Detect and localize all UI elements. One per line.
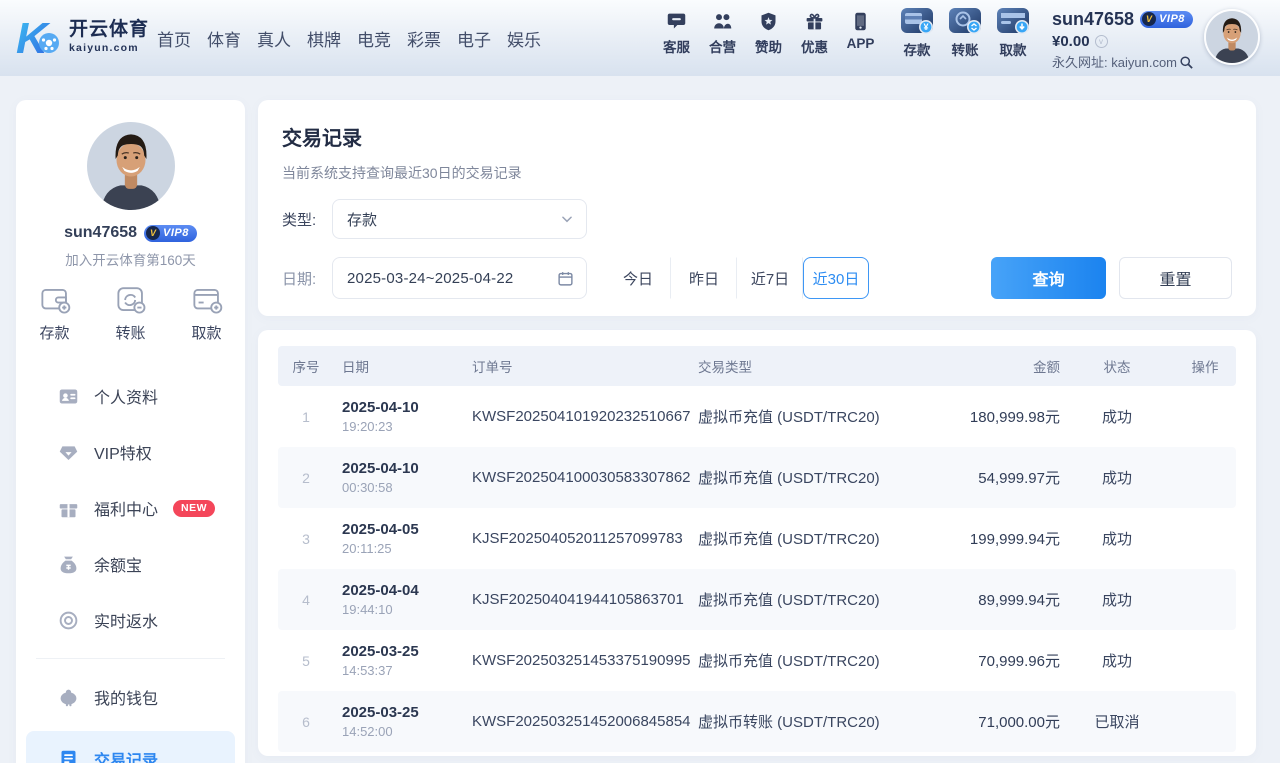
header-wallet-links: ¥ 存款 转账 取款 [900, 8, 1030, 59]
quick-action-deposit[interactable]: 存款 [38, 284, 72, 343]
brand-domain: kaiyun.com [69, 43, 149, 54]
header-user-block: sun47658 VVIP8 ¥0.00 v 永久网址: kaiyun.com [1052, 10, 1194, 70]
nav-live[interactable]: 真人 [257, 26, 291, 51]
nav-lottery[interactable]: 彩票 [407, 26, 441, 51]
date-label: 日期: [282, 268, 332, 289]
transfer-wallet-icon [949, 8, 981, 35]
transaction-record-icon [58, 749, 79, 763]
type-select[interactable]: 存款 [332, 199, 587, 239]
wallet-link-transfer[interactable]: 转账 [948, 8, 982, 59]
brand-logo[interactable]: K 开云体育 kaiyun.com [16, 13, 149, 61]
chat-icon [666, 11, 687, 32]
calendar-icon [557, 270, 574, 287]
profile-avatar[interactable] [87, 122, 175, 210]
nav-home[interactable]: 首页 [157, 26, 191, 51]
sidebar-item-rebate[interactable]: 实时返水 [16, 592, 245, 648]
nav-chess[interactable]: 棋牌 [307, 26, 341, 51]
deposit-icon [38, 284, 72, 316]
wallet-link-deposit[interactable]: ¥ 存款 [900, 8, 934, 59]
vip-shield-icon: V [146, 226, 160, 240]
vip-badge: VVIP8 [1140, 11, 1193, 28]
quick-link-app[interactable]: APP [844, 11, 877, 56]
money-pouch-icon [58, 554, 79, 575]
deposit-wallet-icon: ¥ [901, 8, 933, 35]
page-title: 交易记录 [282, 122, 1232, 151]
chevron-down-icon [560, 212, 574, 226]
brand-k-icon: K [16, 13, 64, 61]
refresh-balance-icon[interactable]: v [1095, 35, 1108, 48]
preset-7days[interactable]: 近7日 [737, 257, 803, 299]
new-badge: NEW [173, 500, 215, 517]
sidebar-item-welfare[interactable]: 福利中心 NEW [16, 480, 245, 536]
sidebar-menu: 个人资料 VIP特权 福利中心 NEW 余额宝 实时返水 我的钱包 交易记录 [16, 368, 245, 763]
brand-name: 开云体育 [69, 20, 149, 39]
profile-username: sun47658 [64, 224, 137, 242]
wallet-link-withdraw[interactable]: 取款 [996, 8, 1030, 59]
balance: ¥0.00 [1052, 34, 1090, 49]
page-subtitle: 当前系统支持查询最近30日的交易记录 [282, 163, 1232, 183]
sidebar-divider [36, 658, 225, 659]
table-row: 5 2025-03-2514:53:37 KWSF202503251453375… [278, 630, 1236, 691]
gift-icon [804, 11, 825, 32]
filter-panel: 交易记录 当前系统支持查询最近30日的交易记录 类型: 存款 日期: 2025-… [258, 100, 1256, 316]
withdraw-icon [190, 284, 224, 316]
header-quick-links: 客服 合营 赞助 优惠 APP [660, 11, 877, 56]
withdraw-wallet-icon [997, 8, 1029, 35]
preset-today[interactable]: 今日 [605, 257, 671, 299]
quick-link-service[interactable]: 客服 [660, 11, 693, 56]
transactions-table-panel: 序号 日期 订单号 交易类型 金额 状态 操作 1 2025-04-1019:2… [258, 330, 1256, 756]
sidebar-item-vip[interactable]: VIP特权 [16, 424, 245, 480]
joined-days: 加入开云体育第160天 [65, 249, 196, 269]
nav-entertainment[interactable]: 娱乐 [507, 26, 541, 51]
rebate-icon [58, 610, 79, 631]
user-avatar[interactable] [1204, 9, 1260, 65]
profile-vip-badge: VVIP8 [144, 225, 197, 242]
vip-privilege-icon [58, 442, 79, 463]
quick-link-promo[interactable]: 优惠 [798, 11, 831, 56]
sidebar-item-profile[interactable]: 个人资料 [16, 368, 245, 424]
transfer-icon [114, 284, 148, 316]
quick-link-sponsor[interactable]: 赞助 [752, 11, 785, 56]
table-row: 4 2025-04-0419:44:10 KJSF202504041944105… [278, 569, 1236, 630]
username: sun47658 [1052, 10, 1134, 28]
svg-text:¥: ¥ [923, 22, 928, 32]
search-icon[interactable] [1179, 55, 1194, 70]
reset-button[interactable]: 重置 [1119, 257, 1232, 299]
preset-yesterday[interactable]: 昨日 [671, 257, 737, 299]
piggy-bank-icon [58, 687, 79, 708]
welfare-gift-icon [58, 498, 79, 519]
preset-30days[interactable]: 近30日 [803, 257, 869, 299]
quick-link-partner[interactable]: 合营 [706, 11, 739, 56]
vip-shield-icon: V [1142, 12, 1156, 26]
quick-action-transfer[interactable]: 转账 [114, 284, 148, 343]
permanent-url: 永久网址: kaiyun.com [1052, 56, 1177, 69]
table-header: 序号 日期 订单号 交易类型 金额 状态 操作 [278, 346, 1236, 386]
table-row: 1 2025-04-1019:20:23 KWSF202504101920232… [278, 386, 1236, 447]
date-range-input[interactable]: 2025-03-24~2025-04-22 [332, 257, 587, 299]
quick-action-withdraw[interactable]: 取款 [190, 284, 224, 343]
nav-slots[interactable]: 电子 [457, 26, 491, 51]
profile-sidebar: sun47658 VVIP8 加入开云体育第160天 存款 转账 取款 个人资料 [16, 100, 245, 763]
sidebar-item-wallet[interactable]: 我的钱包 [16, 669, 245, 725]
nav-sports[interactable]: 体育 [207, 26, 241, 51]
table-row: 3 2025-04-0520:11:25 KJSF202504052011257… [278, 508, 1236, 569]
search-button[interactable]: 查询 [991, 257, 1106, 299]
sidebar-item-transactions[interactable]: 交易记录 [26, 731, 235, 763]
mobile-app-icon [850, 11, 871, 32]
id-card-icon [58, 386, 79, 407]
sidebar-item-yuebao[interactable]: 余额宝 [16, 536, 245, 592]
sponsor-badge-icon [758, 11, 779, 32]
partners-icon [712, 11, 733, 32]
type-label: 类型: [282, 209, 332, 230]
date-range-presets: 今日 昨日 近7日 近30日 [605, 257, 869, 299]
nav-esports[interactable]: 电竞 [357, 26, 391, 51]
top-navbar: K 开云体育 kaiyun.com 首页 体育 真人 棋牌 电竞 彩票 电子 娱… [0, 0, 1280, 76]
main-nav: 首页 体育 真人 棋牌 电竞 彩票 电子 娱乐 [157, 0, 541, 76]
table-row: 6 2025-03-2514:52:00 KWSF202503251452006… [278, 691, 1236, 752]
table-row: 2 2025-04-1000:30:58 KWSF202504100030583… [278, 447, 1236, 508]
sidebar-quick-actions: 存款 转账 取款 [38, 284, 224, 343]
